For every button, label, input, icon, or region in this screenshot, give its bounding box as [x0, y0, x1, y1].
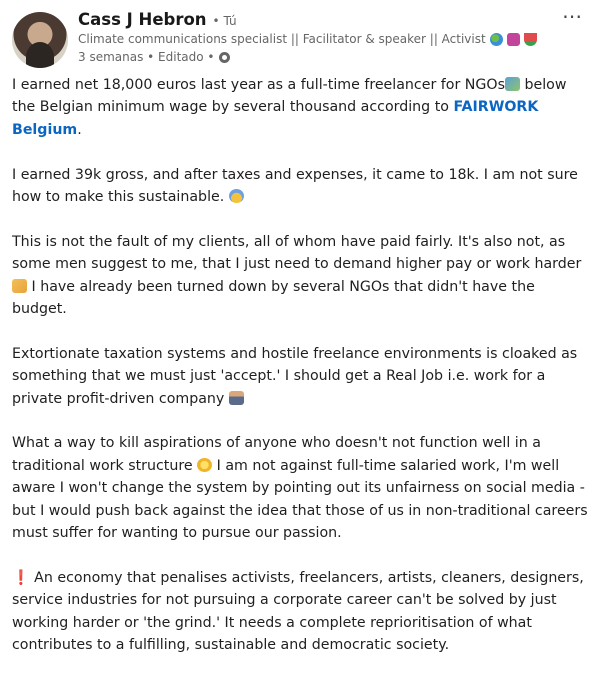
female-sign-icon — [506, 32, 520, 46]
paragraph-2-text: I earned 39k gross, and after taxes and … — [12, 166, 578, 206]
more-options-icon[interactable]: ⋯ — [562, 6, 583, 26]
scared-face-icon — [228, 189, 244, 204]
post-meta: 3 semanas • Editado • — [78, 50, 230, 64]
post-paragraph-6: ❗ An economy that penalises activists, f… — [12, 567, 592, 657]
paragraph-1-text-c: . — [77, 121, 82, 138]
connection-degree: • Tú — [212, 14, 237, 28]
paragraph-1-text-a: I earned net 18,000 euros last year as a… — [12, 77, 505, 93]
post-paragraph-4: Extortionate taxation systems and hostil… — [12, 343, 592, 410]
author-name-row: Cass J Hebron • Tú — [78, 10, 237, 32]
earth-icon — [489, 32, 503, 46]
watermelon-icon — [523, 32, 537, 46]
money-icon — [504, 77, 520, 91]
post-paragraph-5: What a way to kill aspirations of anyone… — [12, 432, 592, 544]
exclamation-icon: ❗ — [12, 569, 30, 586]
post-paragraph-2: I earned 39k gross, and after taxes and … — [12, 164, 592, 209]
post-paragraph-1: I earned net 18,000 euros last year as a… — [12, 74, 592, 141]
paragraph-3-text-b: I have already been turned down by sever… — [12, 278, 535, 318]
post-body: I earned net 18,000 euros last year as a… — [12, 74, 592, 679]
post-paragraph-3: This is not the fault of my clients, all… — [12, 231, 592, 321]
office-worker-icon — [228, 390, 244, 405]
author-headline: Climate communications specialist || Fac… — [78, 32, 486, 46]
post-meta-text: 3 semanas • Editado • — [78, 50, 215, 64]
writing-hand-icon — [12, 278, 27, 293]
dizzy-star-icon — [197, 457, 213, 472]
author-avatar[interactable] — [12, 12, 68, 68]
paragraph-4-text: Extortionate taxation systems and hostil… — [12, 345, 578, 407]
author-name[interactable]: Cass J Hebron — [78, 10, 207, 29]
paragraph-3-text-a: This is not the fault of my clients, all… — [12, 233, 582, 273]
paragraph-6-text: An economy that penalises activists, fre… — [12, 569, 584, 654]
author-headline-row: Climate communications specialist || Fac… — [78, 32, 537, 46]
globe-icon — [218, 51, 230, 63]
